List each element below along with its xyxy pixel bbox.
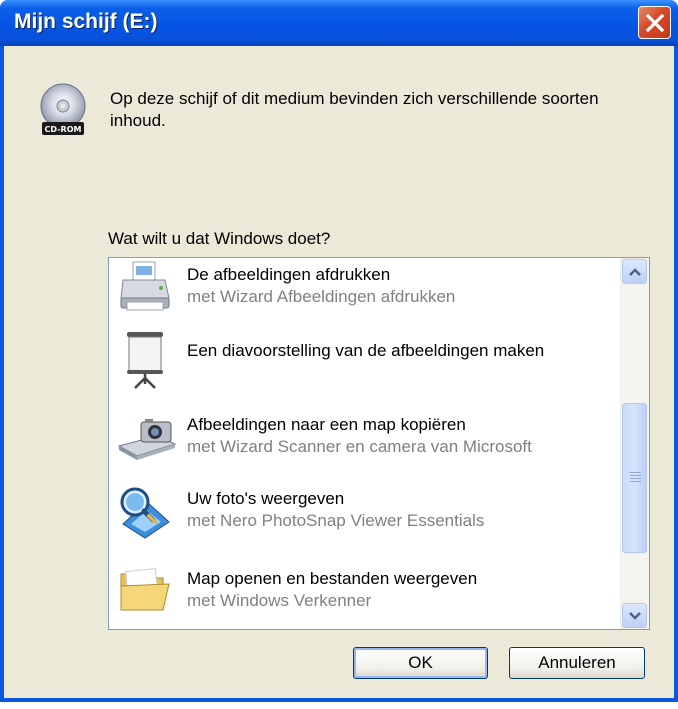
action-listbox[interactable]: De afbeeldingen afdrukken met Wizard Afb… (108, 257, 650, 630)
action-label: Een diavoorstelling van de afbeeldingen … (187, 341, 545, 360)
intro-text: Op deze schijf of dit medium bevinden zi… (110, 89, 599, 130)
chevron-up-icon (629, 268, 641, 276)
autoplay-dialog: Mijn schijf (E:) CD-ROM Op deze schijf o… (0, 0, 678, 702)
list-item-copy-pictures[interactable]: Afbeeldingen naar een map kopiëren met W… (109, 406, 621, 472)
action-sub: met Nero PhotoSnap Viewer Essentials (187, 511, 485, 530)
dialog-body: CD-ROM Op deze schijf of dit medium bevi… (4, 46, 674, 698)
cancel-button[interactable]: Annuleren (509, 647, 645, 679)
action-sub: met Wizard Scanner en camera van Microso… (187, 437, 532, 456)
projector-screen-icon (117, 330, 173, 389)
photo-viewer-icon (117, 484, 173, 540)
action-label: Afbeeldingen naar een map kopiëren (187, 415, 466, 434)
window-title: Mijn schijf (E:) (14, 10, 158, 33)
action-list: De afbeeldingen afdrukken met Wizard Afb… (109, 258, 621, 629)
list-item-print[interactable]: De afbeeldingen afdrukken met Wizard Afb… (109, 258, 621, 320)
printer-icon (117, 260, 173, 316)
list-item-view-photos[interactable]: Uw foto's weergeven met Nero PhotoSnap V… (109, 478, 621, 544)
cd-rom-icon: CD-ROM (38, 82, 88, 138)
close-button[interactable] (638, 6, 671, 39)
action-label: Map openen en bestanden weergeven (187, 569, 478, 588)
action-label: Uw foto's weergeven (187, 489, 345, 508)
cd-rom-label: CD-ROM (45, 125, 82, 134)
action-sub: met Windows Verkenner (187, 591, 372, 610)
action-label: De afbeeldingen afdrukken (187, 265, 391, 284)
ok-button[interactable]: OK (353, 647, 488, 679)
folder-icon (117, 562, 173, 618)
scroll-down-button[interactable] (622, 603, 647, 628)
camera-scanner-icon (117, 414, 177, 470)
scroll-up-button[interactable] (622, 259, 647, 284)
close-icon (645, 13, 665, 33)
scroll-thumb[interactable] (622, 403, 647, 553)
list-item-slideshow[interactable]: Een diavoorstelling van de afbeeldingen … (109, 322, 621, 398)
list-item-open-folder[interactable]: Map openen en bestanden weergeven met Wi… (109, 556, 621, 626)
action-sub: met Wizard Afbeeldingen afdrukken (187, 287, 456, 306)
prompt-question: Wat wilt u dat Windows doet? (108, 229, 331, 248)
title-bar[interactable]: Mijn schijf (E:) (0, 0, 678, 46)
chevron-down-icon (629, 612, 641, 620)
vertical-scrollbar[interactable] (620, 258, 649, 629)
